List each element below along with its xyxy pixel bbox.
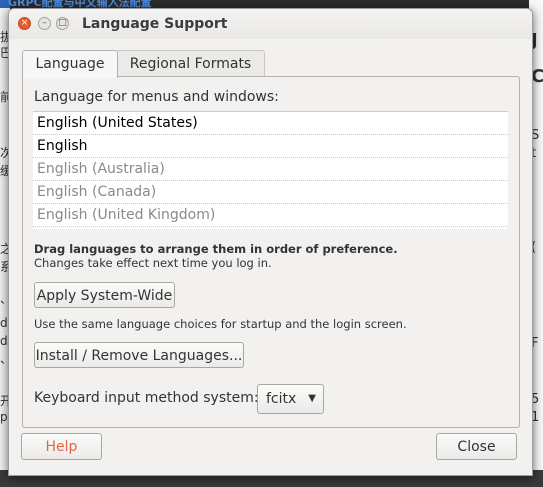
language-list-item[interactable]: English [33,135,508,158]
language-list[interactable]: English (United States) English English … [33,111,508,229]
keyboard-input-method-select[interactable]: fcitx ▼ [257,384,324,414]
maximize-window-icon[interactable]: □ [56,17,69,30]
minimize-window-icon[interactable]: – [38,17,51,30]
close-button[interactable]: Close [436,433,517,460]
drag-hint: Drag languages to arrange them in order … [34,242,398,256]
language-list-item[interactable]: English (United Kingdom) [33,204,508,227]
close-window-icon[interactable]: × [18,17,31,30]
keyboard-input-method-label: Keyboard input method system: [34,390,259,406]
tab-regional-formats[interactable]: Regional Formats [116,50,265,78]
help-button[interactable]: Help [21,433,102,460]
install-remove-languages-button[interactable]: Install / Remove Languages... [34,342,244,368]
language-list-item[interactable]: English (United States) [33,112,508,135]
keyboard-input-method-value: fcitx [266,391,297,407]
language-support-window: × – □ Language Support Language Regional… [8,8,533,476]
tab-language[interactable]: Language [22,50,118,78]
chevron-down-icon: ▼ [308,393,316,404]
window-title: Language Support [82,16,228,32]
languages-heading: Language for menus and windows: [34,89,279,105]
restart-note: Changes take effect next time you log in… [34,256,272,270]
language-list-item[interactable]: English (Canada) [33,181,508,204]
apply-system-wide-button[interactable]: Apply System-Wide [34,282,175,308]
apply-system-wide-note: Use the same language choices for startu… [34,317,407,331]
language-list-item[interactable]: English (Australia) [33,158,508,181]
title-bar[interactable]: × – □ Language Support [9,9,532,39]
language-tab-panel: Language for menus and windows: English … [22,76,520,428]
